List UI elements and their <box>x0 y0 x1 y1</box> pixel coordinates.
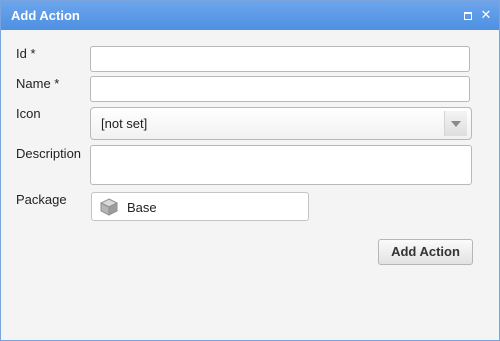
package-cube-icon <box>100 198 118 216</box>
icon-select-dropdown-button[interactable] <box>444 111 467 136</box>
icon-select[interactable]: [not set] <box>90 107 472 140</box>
package-name: Base <box>127 200 157 215</box>
dialog-titlebar[interactable]: Add Action ✕ <box>1 1 499 30</box>
name-label: Name * <box>16 76 60 91</box>
description-field[interactable] <box>90 145 472 185</box>
id-field[interactable] <box>90 46 470 72</box>
package-label: Package <box>16 192 67 207</box>
id-label: Id * <box>16 46 36 61</box>
icon-select-value: [not set] <box>101 116 148 131</box>
name-field[interactable] <box>90 76 470 102</box>
add-action-dialog: Add Action ✕ Id * Name * Icon [not set] … <box>0 0 500 341</box>
dialog-title: Add Action <box>11 8 80 23</box>
maximize-icon[interactable] <box>464 12 472 20</box>
close-icon[interactable]: ✕ <box>480 7 492 23</box>
package-field[interactable]: Base <box>91 192 309 221</box>
icon-label: Icon <box>16 106 41 121</box>
chevron-down-icon <box>451 121 461 127</box>
description-label: Description <box>16 146 82 161</box>
add-action-button[interactable]: Add Action <box>378 239 473 265</box>
